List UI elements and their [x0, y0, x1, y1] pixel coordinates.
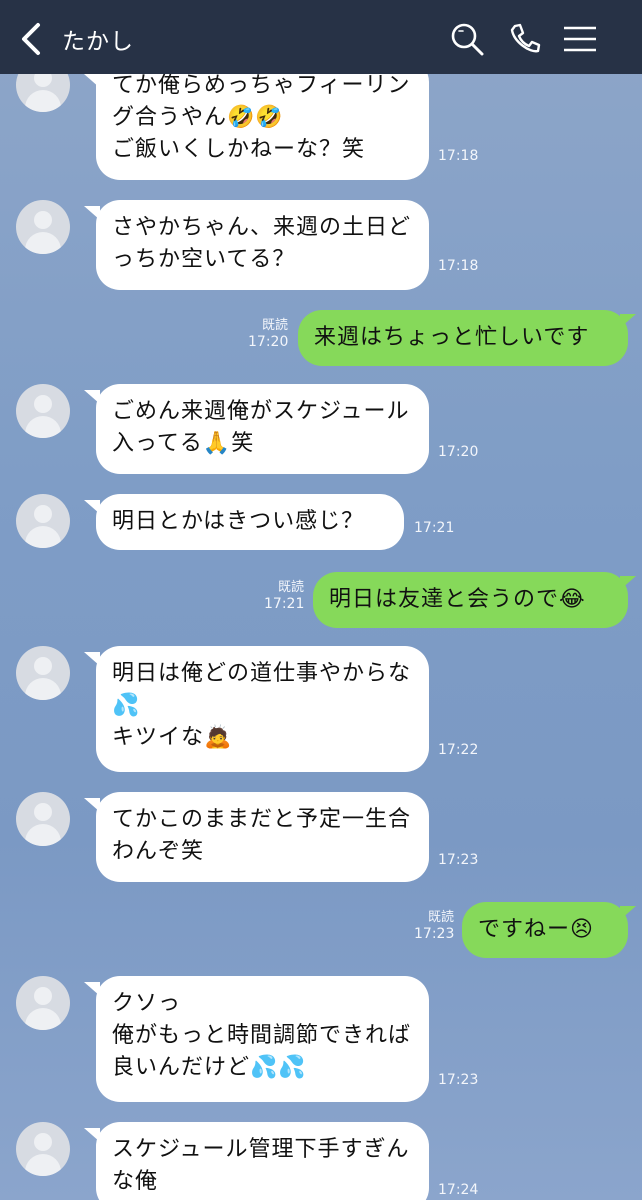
timestamp: 17:21 — [414, 520, 455, 536]
message-bubble[interactable]: てか俺らめっちゃフィーリング合うやん🤣🤣 ご飯いくしかねーな？笑 — [96, 74, 429, 180]
phone-icon[interactable] — [508, 22, 542, 56]
avatar[interactable] — [16, 792, 70, 846]
chevron-left-icon[interactable] — [18, 22, 44, 56]
avatar[interactable] — [16, 74, 70, 112]
message-bubble[interactable]: クソっ 俺がもっと時間調節できれば良いんだけど💦💦 — [96, 976, 429, 1102]
avatar[interactable] — [16, 646, 70, 700]
avatar[interactable] — [16, 384, 70, 438]
read-receipt: 既読 — [427, 910, 454, 925]
read-receipt: 既読 — [277, 580, 304, 595]
timestamp: 17:20 — [438, 444, 479, 460]
timestamp: 17:18 — [438, 258, 479, 274]
message-bubble[interactable]: 明日は友達と会うので😂 — [313, 572, 628, 628]
message-bubble[interactable]: 明日とかはきつい感じ？ — [96, 494, 404, 550]
timestamp: 17:20 — [248, 334, 289, 350]
message-bubble[interactable]: ごめん来週俺がスケジュール入ってる🙏笑 — [96, 384, 429, 474]
message-bubble[interactable]: スケジュール管理下手すぎんな俺 — [96, 1122, 429, 1200]
search-icon[interactable] — [450, 22, 484, 56]
message-bubble[interactable]: てかこのままだと予定一生合わんぞ笑 — [96, 792, 429, 882]
avatar[interactable] — [16, 976, 70, 1030]
chat-area[interactable]: てか俺らめっちゃフィーリング合うやん🤣🤣 ご飯いくしかねーな？笑 17:18 さ… — [0, 74, 642, 1200]
timestamp: 17:23 — [438, 1072, 479, 1088]
timestamp: 17:22 — [438, 742, 479, 758]
message-bubble[interactable]: さやかちゃん、来週の土日どっちか空いてる？ — [96, 200, 429, 290]
chat-header: たかし — [0, 0, 642, 74]
avatar[interactable] — [16, 200, 70, 254]
menu-icon[interactable] — [562, 22, 598, 56]
avatar[interactable] — [16, 1122, 70, 1176]
message-bubble[interactable]: ですねー😣 — [462, 902, 628, 958]
timestamp: 17:23 — [438, 852, 479, 868]
contact-name: たかし — [62, 29, 134, 55]
timestamp: 17:18 — [438, 148, 479, 164]
timestamp: 17:24 — [438, 1182, 479, 1198]
timestamp: 17:21 — [264, 596, 305, 612]
message-bubble[interactable]: 明日は俺どの道仕事やからな💦 キツイな🙇 — [96, 646, 429, 772]
message-bubble[interactable]: 来週はちょっと忙しいです — [298, 310, 628, 366]
read-receipt: 既読 — [261, 318, 288, 333]
timestamp: 17:23 — [414, 926, 455, 942]
avatar[interactable] — [16, 494, 70, 548]
